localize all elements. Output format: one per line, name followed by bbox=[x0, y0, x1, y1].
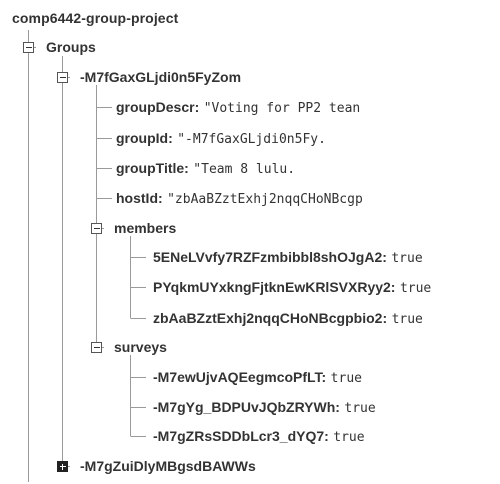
node-key: -M7fGaxGLjdi0n5FyZom bbox=[80, 69, 242, 85]
field-value: "Team 8 lulu. bbox=[193, 162, 296, 177]
field-key: groupTitle: bbox=[116, 160, 189, 176]
node-group2[interactable]: -M7gZuiDlyMBgsdBAWWs bbox=[80, 454, 256, 478]
field-key: hostId: bbox=[116, 190, 163, 206]
node-key: members bbox=[114, 220, 177, 236]
field-value: "-M7fGaxGLjdi0n5Fy. bbox=[177, 132, 326, 147]
node-key: -M7gZuiDlyMBgsdBAWWs bbox=[80, 458, 256, 474]
member-value: true bbox=[391, 251, 423, 266]
node-key: Groups bbox=[46, 39, 96, 55]
node-surveys[interactable]: surveys bbox=[114, 335, 167, 359]
survey-item[interactable]: -M7gZRsSDDbLcr3_dYQ7: true bbox=[153, 424, 382, 448]
survey-key: -M7ewUjvAQEegmcoPfLT: bbox=[153, 369, 327, 385]
node-members[interactable]: members bbox=[114, 216, 176, 240]
field-key: groupDescr: bbox=[116, 99, 200, 115]
node-groups[interactable]: Groups bbox=[46, 35, 96, 59]
member-item[interactable]: 5ENeLVvfy7RZFzmbibbl8shOJgA2: true bbox=[153, 245, 442, 269]
field-groupDescr[interactable]: groupDescr: "Voting for PP2 tean bbox=[116, 95, 384, 119]
member-key: zbAaBZztExhj2nqqCHoNBcgpbio2: bbox=[153, 310, 388, 326]
member-item[interactable]: PYqkmUYxkngFjtknEwKRlSVXRyy2: true bbox=[153, 275, 442, 299]
survey-value: true bbox=[330, 371, 362, 386]
survey-key: -M7gZRsSDDbLcr3_dYQ7: bbox=[153, 428, 329, 444]
survey-key: -M7gYg_BDPUvJQbZRYWh: bbox=[153, 399, 340, 415]
members-collapse-toggle-icon[interactable] bbox=[91, 223, 102, 234]
group1-collapse-toggle-icon[interactable] bbox=[57, 72, 68, 83]
member-value: true bbox=[391, 312, 423, 327]
surveys-collapse-toggle-icon[interactable] bbox=[91, 342, 102, 353]
survey-value: true bbox=[344, 401, 376, 416]
field-key: groupId: bbox=[116, 130, 173, 146]
database-root-label[interactable]: comp6442-group-project bbox=[12, 10, 178, 26]
groups-collapse-toggle-icon[interactable] bbox=[23, 42, 34, 53]
field-groupTitle[interactable]: groupTitle: "Team 8 lulu. bbox=[116, 156, 330, 180]
field-value: "Voting for PP2 tean bbox=[203, 101, 361, 116]
field-value: "zbAaBZztExhj2nqqCHoNBcgp bbox=[167, 192, 363, 207]
node-group1[interactable]: -M7fGaxGLjdi0n5FyZom bbox=[80, 65, 241, 89]
member-key: PYqkmUYxkngFjtknEwKRlSVXRyy2: bbox=[153, 279, 396, 295]
group2-expand-toggle-icon[interactable] bbox=[57, 461, 68, 472]
field-hostId[interactable]: hostId: "zbAaBZztExhj2nqqCHoNBcgp bbox=[116, 186, 398, 210]
node-key: surveys bbox=[114, 339, 167, 355]
member-item[interactable]: zbAaBZztExhj2nqqCHoNBcgpbio2: true bbox=[153, 306, 442, 330]
survey-value: true bbox=[333, 430, 365, 445]
member-key: 5ENeLVvfy7RZFzmbibbl8shOJgA2: bbox=[153, 249, 387, 265]
field-groupId[interactable]: groupId: "-M7fGaxGLjdi0n5Fy. bbox=[116, 126, 378, 150]
survey-item[interactable]: -M7gYg_BDPUvJQbZRYWh: true bbox=[153, 395, 389, 419]
member-value: true bbox=[399, 281, 432, 296]
survey-item[interactable]: -M7ewUjvAQEegmcoPfLT: true bbox=[153, 365, 382, 389]
